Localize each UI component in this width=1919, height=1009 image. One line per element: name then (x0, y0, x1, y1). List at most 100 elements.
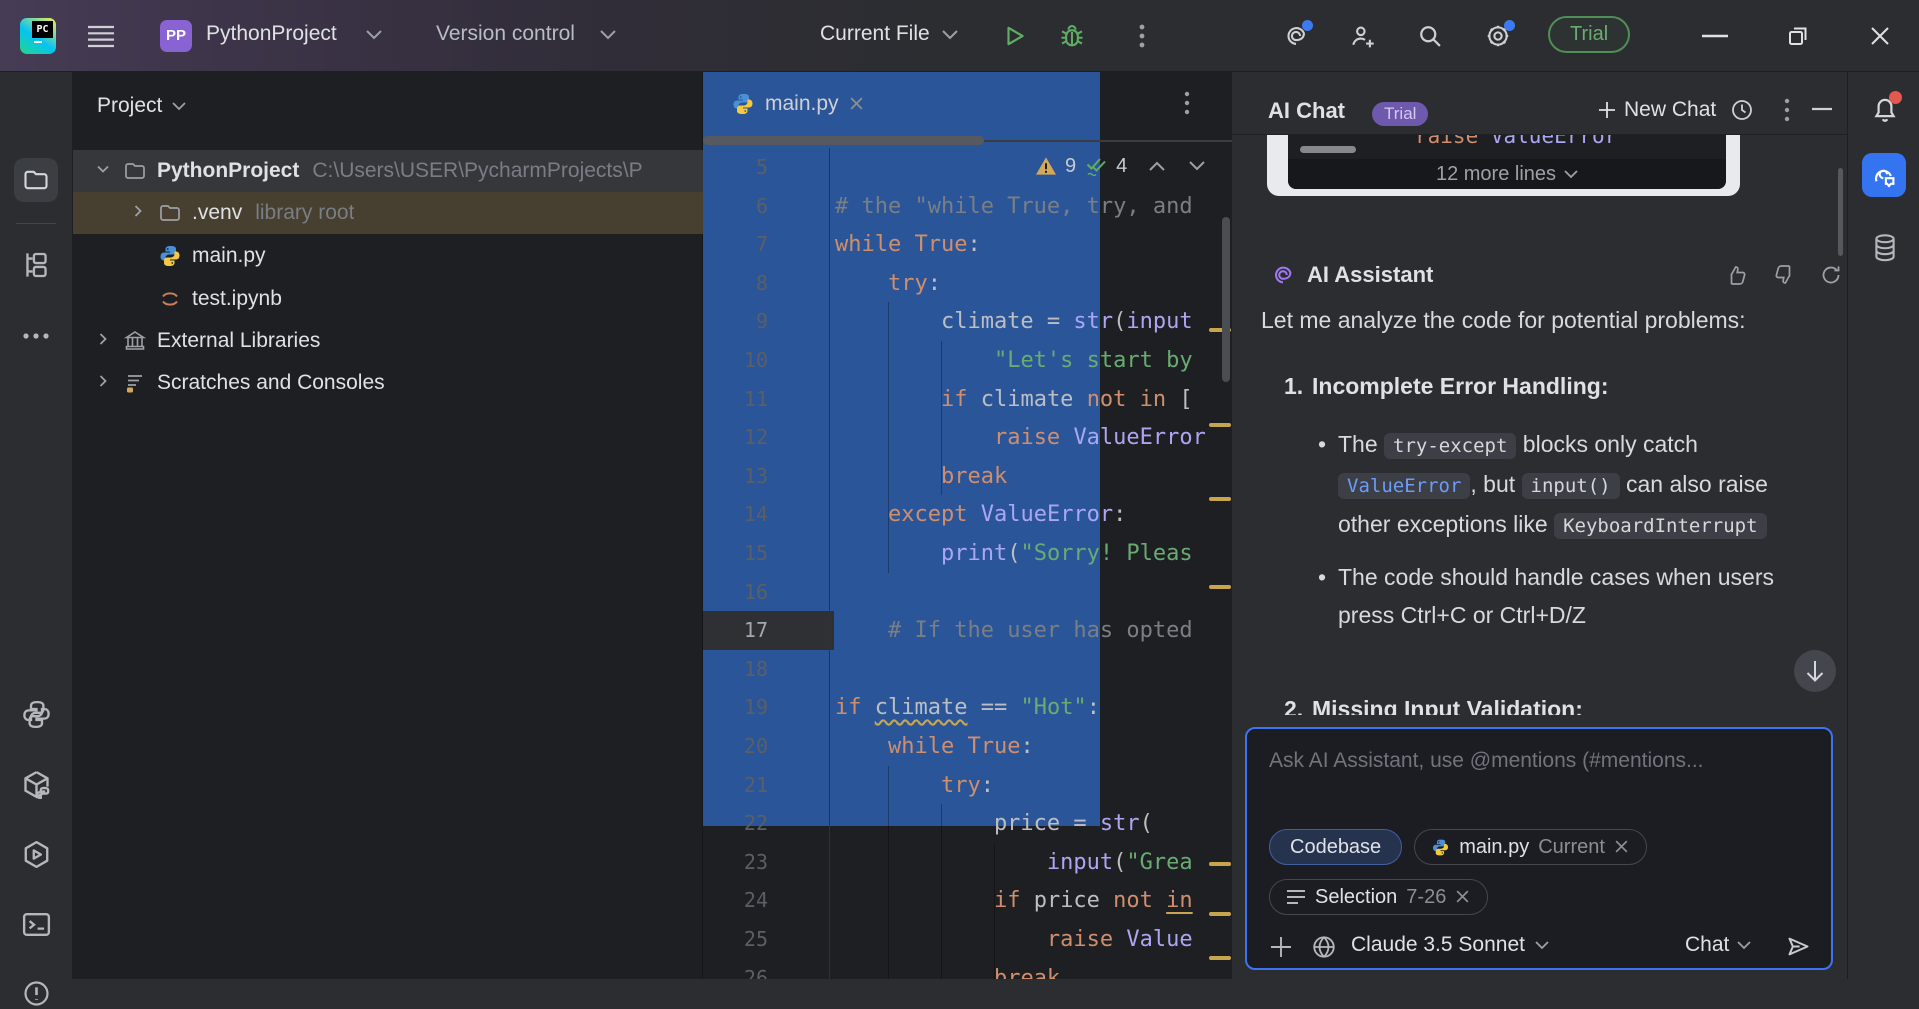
sidebar-item-database[interactable] (1870, 232, 1900, 264)
sidebar-item-project[interactable] (14, 158, 58, 202)
context-chip-codebase[interactable]: Codebase (1269, 829, 1402, 865)
sidebar-item-services[interactable] (20, 838, 53, 871)
ai-assistant-icon[interactable] (1282, 22, 1310, 50)
line-number[interactable]: 12 (703, 418, 813, 457)
minimize-button[interactable] (1702, 34, 1728, 38)
scroll-to-bottom-button[interactable] (1794, 650, 1836, 692)
send-button[interactable] (1785, 933, 1812, 960)
code-line-21[interactable]: try: (835, 766, 994, 805)
sidebar-item-structure[interactable] (21, 248, 52, 282)
search-icon[interactable] (1416, 22, 1444, 50)
line-number[interactable]: 7 (703, 225, 813, 264)
code-block-scrollbar[interactable] (1300, 146, 1356, 153)
tree-row-pythonproject[interactable]: PythonProjectC:\Users\USER\PycharmProjec… (73, 150, 703, 192)
close-window-button[interactable] (1868, 24, 1892, 48)
line-number[interactable]: 13 (703, 457, 813, 496)
remove-chip-icon[interactable] (1614, 839, 1630, 855)
trial-button[interactable]: Trial (1548, 16, 1630, 53)
thumbs-up-icon[interactable] (1725, 263, 1749, 287)
chat-input-box[interactable]: Ask AI Assistant, use @mentions (#mentio… (1245, 727, 1833, 970)
inspection-widget[interactable]: 9 4 (1035, 152, 1205, 180)
code-line-25[interactable]: raise Value (835, 920, 1193, 959)
context-chip-main-py[interactable]: main.pyCurrent (1414, 829, 1647, 865)
warning-stripe-mark[interactable] (1209, 585, 1231, 589)
thumbs-down-icon[interactable] (1772, 263, 1796, 287)
tree-row--venv[interactable]: .venvlibrary root (73, 192, 703, 234)
code-line-19[interactable]: if climate == "Hot": (835, 688, 1100, 727)
project-badge[interactable]: PP (160, 20, 192, 52)
chat-messages[interactable]: raise ValueError 12 more lines AI Assist… (1232, 135, 1847, 715)
chat-options-kebab-icon[interactable] (1778, 97, 1796, 123)
line-number[interactable]: 6 (703, 187, 813, 226)
project-name-menu[interactable]: PythonProject (206, 22, 337, 46)
chat-history-clock-icon[interactable] (1730, 98, 1754, 122)
editor-vertical-scrollbar[interactable] (1222, 217, 1230, 382)
code-line-8[interactable]: try: (835, 264, 941, 303)
more-actions-kebab-icon[interactable] (1130, 22, 1154, 50)
line-number[interactable]: 16 (703, 573, 813, 612)
editor-options-kebab-icon[interactable] (1177, 90, 1197, 116)
sidebar-item-terminal[interactable] (20, 908, 53, 941)
code-line-12[interactable]: raise ValueError (835, 418, 1206, 457)
line-number[interactable]: 5 (703, 148, 813, 187)
line-number[interactable]: 9 (703, 302, 813, 341)
hide-panel-icon[interactable] (1812, 107, 1832, 111)
line-number[interactable]: 24 (703, 881, 813, 920)
warning-stripe-mark[interactable] (1209, 956, 1231, 960)
editor-area[interactable]: main.py 56789101112131415161718192021222… (703, 72, 1232, 979)
web-globe-icon[interactable] (1311, 934, 1337, 960)
debug-button[interactable] (1058, 22, 1086, 50)
prev-problem-icon[interactable] (1149, 161, 1165, 171)
warning-stripe-mark[interactable] (1209, 497, 1231, 501)
line-number[interactable]: 20 (703, 727, 813, 766)
code-line-15[interactable]: print("Sorry! Pleas (835, 534, 1193, 573)
settings-gear-icon[interactable] (1484, 22, 1512, 50)
line-number[interactable]: 26 (703, 959, 813, 979)
chevron-right-icon[interactable] (130, 203, 150, 223)
line-number[interactable]: 19 (703, 688, 813, 727)
code-line-23[interactable]: input("Grea (835, 843, 1193, 882)
chat-mode-selector[interactable]: Chat (1685, 933, 1751, 957)
warning-stripe-mark[interactable] (1209, 862, 1231, 866)
add-user-icon[interactable] (1348, 22, 1376, 50)
chat-vertical-scrollbar[interactable] (1838, 168, 1843, 256)
line-number[interactable]: 17 (703, 611, 813, 650)
sidebar-item-python-console[interactable] (20, 698, 53, 731)
tree-row-test-ipynb[interactable]: test.ipynb (73, 278, 703, 320)
sidebar-item-python-packages[interactable] (20, 768, 53, 801)
tree-row-main-py[interactable]: main.py (73, 235, 703, 277)
run-button[interactable] (1002, 23, 1028, 49)
line-number[interactable]: 23 (703, 843, 813, 882)
sidebar-item-ai-chat[interactable] (1862, 153, 1906, 197)
warning-stripe-mark[interactable] (1209, 423, 1231, 427)
warning-stripe-mark[interactable] (1209, 912, 1231, 916)
model-selector[interactable]: Claude 3.5 Sonnet (1351, 933, 1549, 957)
tree-row-scratches-and-consoles[interactable]: Scratches and Consoles (73, 362, 703, 404)
line-number[interactable]: 25 (703, 920, 813, 959)
code-line-14[interactable]: except ValueError: (835, 495, 1126, 534)
restore-window-button[interactable] (1786, 24, 1810, 48)
close-tab-icon[interactable] (849, 96, 864, 111)
new-chat-button[interactable]: New Chat (1598, 98, 1716, 122)
notifications-bell-icon[interactable] (1870, 94, 1900, 126)
code-line-7[interactable]: while True: (835, 225, 981, 264)
code-line-17[interactable]: # If the user has opted (835, 611, 1193, 650)
version-control-menu[interactable]: Version control (436, 22, 575, 46)
remove-chip-icon[interactable] (1455, 889, 1471, 905)
code-line-26[interactable]: break (835, 959, 1060, 979)
main-menu-icon[interactable] (88, 25, 114, 48)
code-line-10[interactable]: "Let's start by (835, 341, 1193, 380)
code-line-13[interactable]: break (835, 457, 1007, 496)
context-chip-selection[interactable]: Selection7-26 (1269, 879, 1488, 915)
line-number[interactable]: 22 (703, 804, 813, 843)
chevron-right-icon[interactable] (95, 373, 115, 393)
more-tool-windows-icon[interactable] (22, 332, 50, 340)
line-number[interactable]: 10 (703, 341, 813, 380)
line-number[interactable]: 15 (703, 534, 813, 573)
line-number[interactable]: 21 (703, 766, 813, 805)
code-line-22[interactable]: price = str( (835, 804, 1153, 843)
sidebar-item-problems[interactable] (21, 978, 52, 1009)
expand-more-lines-button[interactable]: 12 more lines (1288, 159, 1726, 189)
line-number[interactable]: 14 (703, 495, 813, 534)
attach-plus-icon[interactable] (1269, 935, 1293, 959)
